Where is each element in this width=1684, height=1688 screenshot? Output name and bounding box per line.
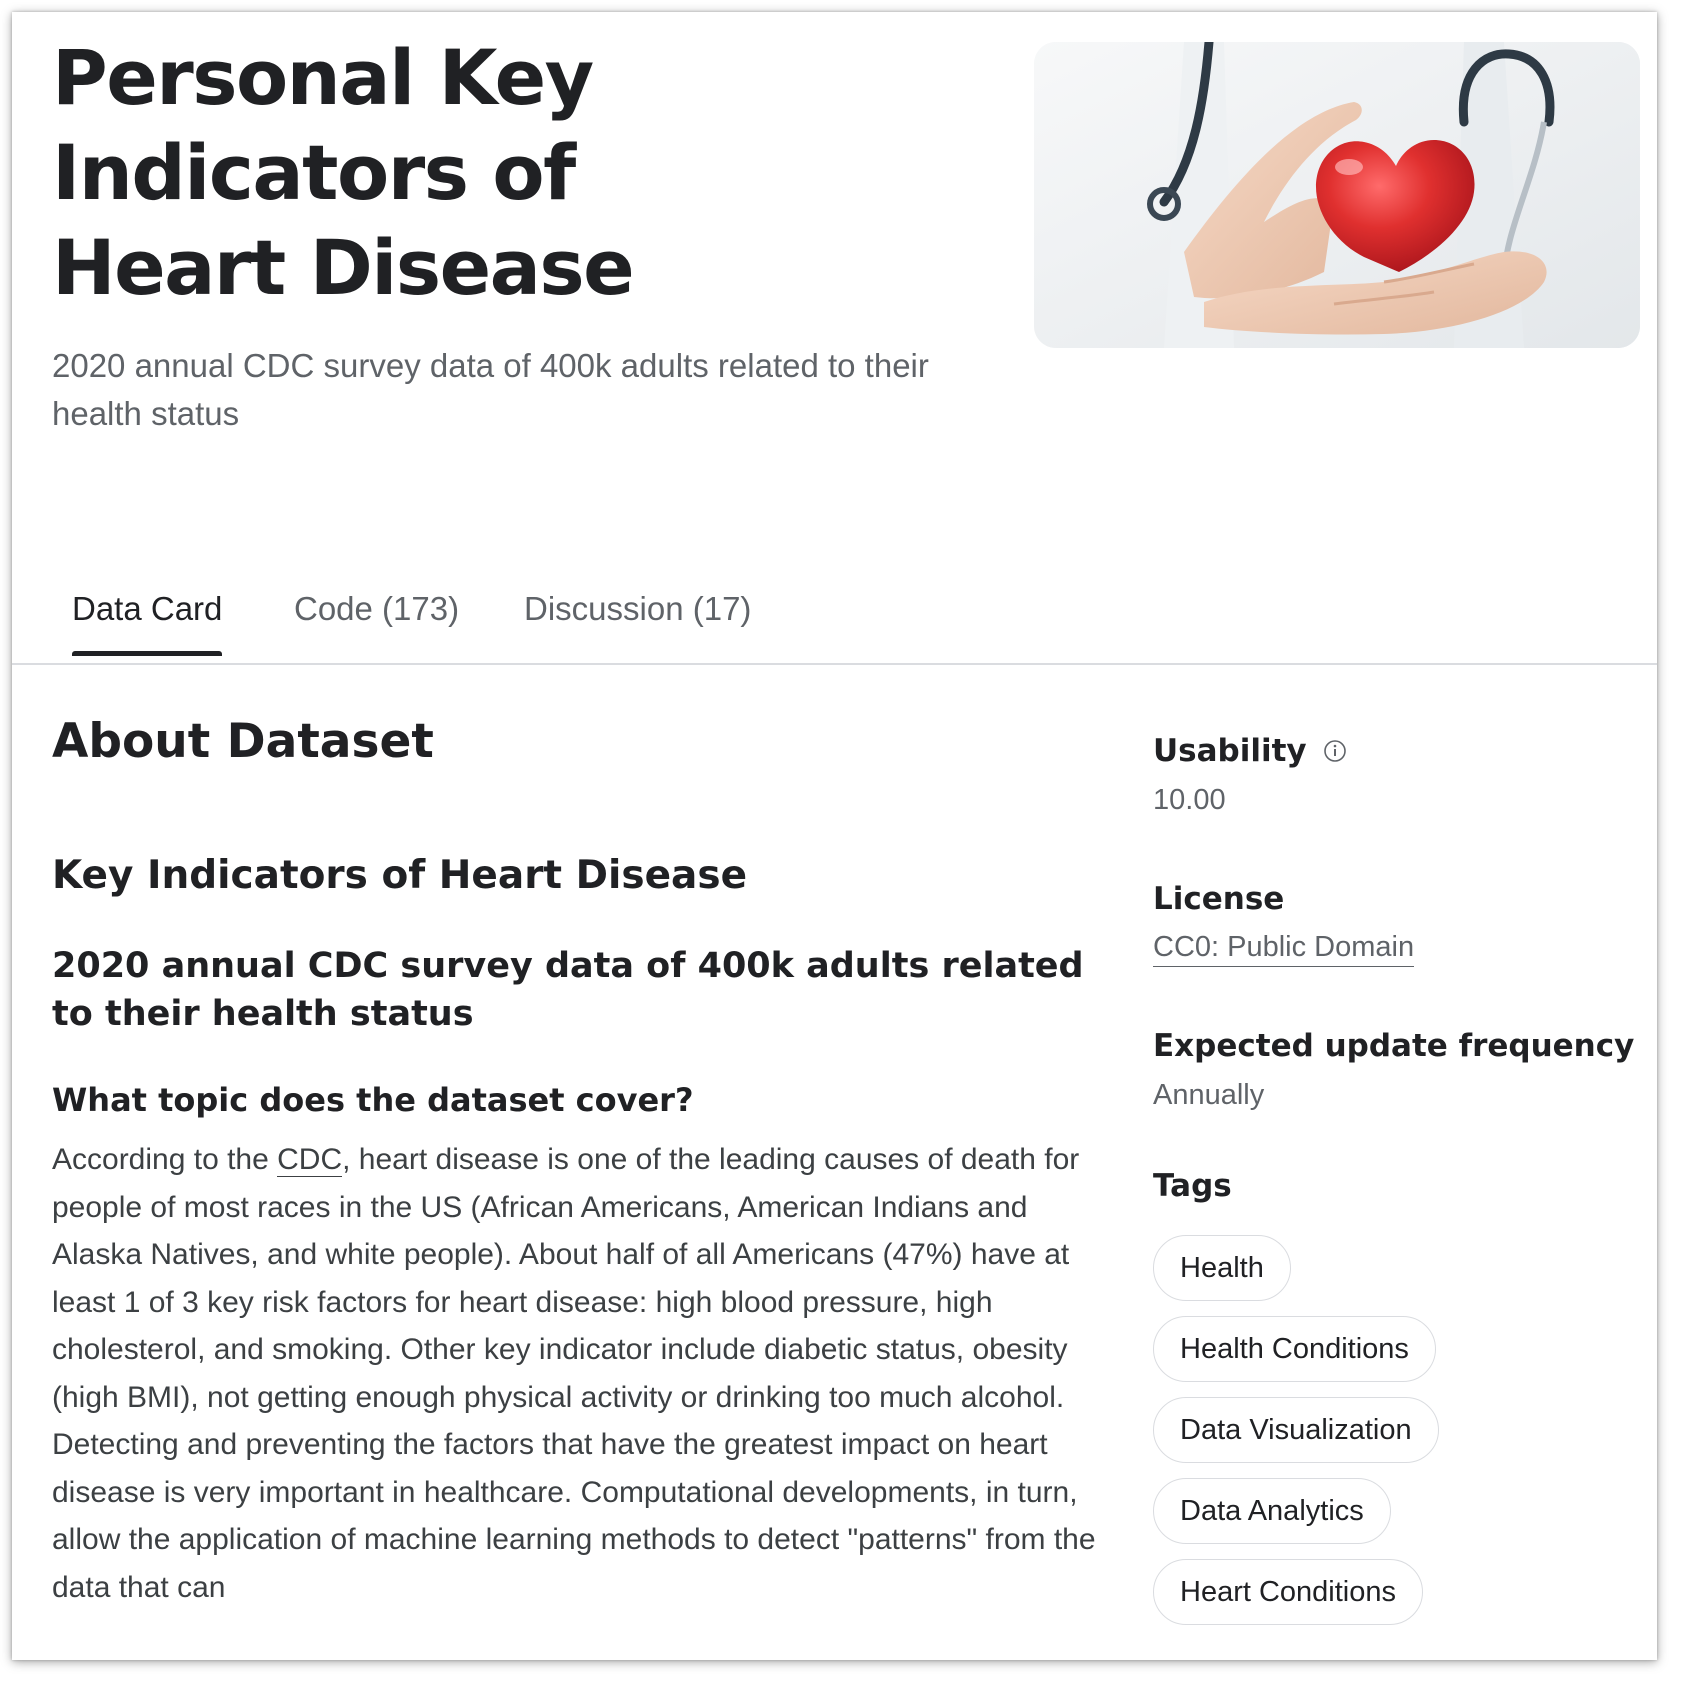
- license-link[interactable]: CC0: Public Domain: [1153, 928, 1415, 967]
- license-label: License: [1153, 881, 1285, 917]
- license-block: License CC0: Public Domain: [1153, 878, 1643, 967]
- dataset-page: Personal Key Indicators of Heart Disease…: [12, 12, 1657, 1660]
- description-subheading: 2020 annual CDC survey data of 400k adul…: [52, 946, 1084, 1034]
- hero-image: [1034, 42, 1640, 348]
- tab-code[interactable]: Code (173): [294, 590, 459, 652]
- dataset-header: Personal Key Indicators of Heart Disease…: [12, 12, 1657, 652]
- about-section: About Dataset Key Indicators of Heart Di…: [52, 712, 1112, 1611]
- heart-in-hands-photo: [1034, 42, 1640, 348]
- tags-block: Tags Health Health Conditions Data Visua…: [1153, 1165, 1643, 1640]
- update-frequency-block: Expected update frequency Annually: [1153, 1025, 1643, 1115]
- usability-label: Usability: [1153, 730, 1643, 772]
- tab-label: Discussion (17): [524, 590, 752, 627]
- dataset-title: Personal Key Indicators of Heart Disease: [52, 33, 635, 312]
- update-frequency-label: Expected update frequency: [1153, 1028, 1635, 1064]
- update-frequency-value: Annually: [1153, 1079, 1265, 1111]
- tab-label: Data Card: [72, 590, 223, 627]
- topic-question-heading: What topic does the dataset cover?: [52, 1081, 694, 1119]
- active-tab-indicator: [72, 651, 223, 656]
- usability-value: 10.00: [1153, 784, 1226, 816]
- tab-bar: Data Card Code (173) Discussion (17): [12, 572, 1657, 665]
- description-paragraph: According to the CDC, heart disease is o…: [52, 1136, 1112, 1611]
- cdc-link[interactable]: CDC: [277, 1143, 343, 1177]
- tab-label: Code (173): [294, 590, 460, 627]
- tag-chip[interactable]: Health Conditions: [1153, 1316, 1436, 1382]
- tag-chip[interactable]: Data Analytics: [1153, 1478, 1391, 1544]
- tag-chip[interactable]: Heart Conditions: [1153, 1559, 1423, 1625]
- info-circle-icon[interactable]: [1323, 739, 1347, 763]
- usability-label-text: Usability: [1153, 733, 1307, 769]
- about-heading: About Dataset: [52, 714, 434, 769]
- tag-chip[interactable]: Health: [1153, 1235, 1291, 1301]
- tab-discussion[interactable]: Discussion (17): [524, 590, 751, 652]
- description-heading: Key Indicators of Heart Disease: [52, 853, 748, 898]
- tag-list: Health Health Conditions Data Visualizat…: [1153, 1235, 1643, 1640]
- tag-chip[interactable]: Data Visualization: [1153, 1397, 1439, 1463]
- tab-data-card[interactable]: Data Card: [72, 590, 223, 656]
- paragraph-prefix: According to the: [52, 1143, 278, 1176]
- dataset-subtitle: 2020 annual CDC survey data of 400k adul…: [52, 347, 929, 432]
- tags-label: Tags: [1153, 1168, 1232, 1204]
- paragraph-body: , heart disease is one of the leading ca…: [52, 1143, 1096, 1604]
- metadata-sidebar: Usability 10.00 License CC0: Public Doma…: [1153, 730, 1643, 1640]
- usability-block: Usability 10.00: [1153, 730, 1643, 820]
